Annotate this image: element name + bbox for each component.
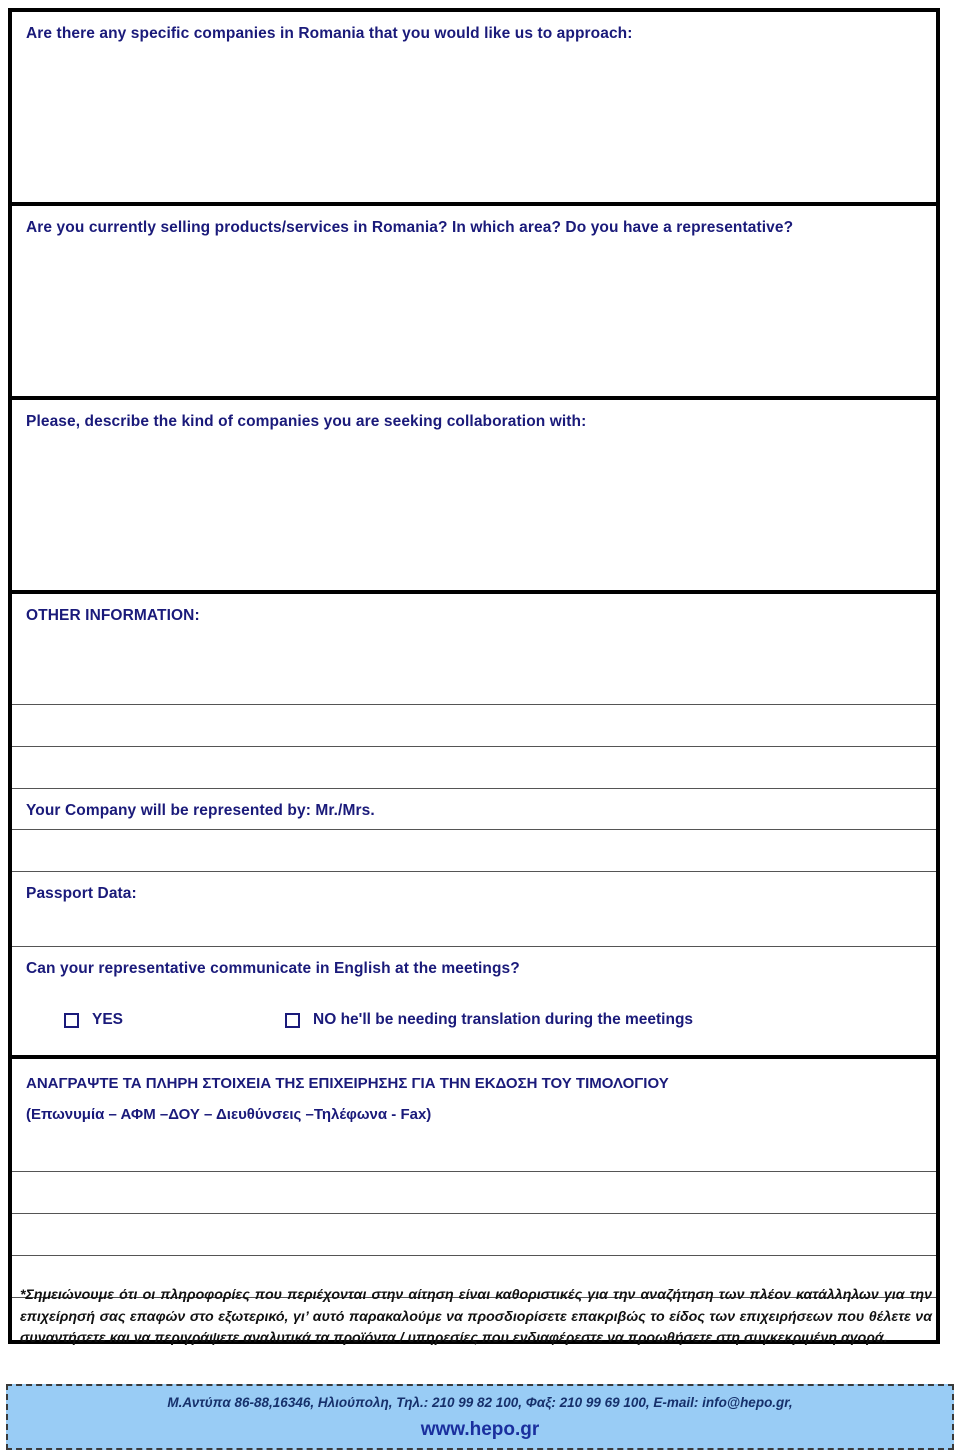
section-currently-selling: Are you currently selling products/servi… [12,206,936,401]
specific-companies-question: Are there any specific companies in Roma… [26,25,633,42]
invoice-heading-cell: ΑΝΑΓΡΑΨΤΕ ΤΑ ΠΛΗΡΗ ΣΤΟΙΧΕΙΑ ΤΗΣ ΕΠΙΧΕΙΡΗ… [12,1059,936,1137]
specific-companies-answer-area[interactable] [12,52,936,202]
currently-selling-question: Are you currently selling products/servi… [26,219,794,237]
other-information-blank-row-2[interactable] [12,747,936,790]
invoice-heading-line2: (Επωνυμία – ΑΦΜ –ΔΟΥ – Διευθύνσεις –Τηλέ… [26,1105,432,1123]
checkbox-yes-label: YES [92,1011,124,1029]
passport-label: Passport Data: [26,885,137,903]
representative-label: Your Company will be represented by: Mr.… [26,802,375,820]
application-form-table: Are there any specific companies in Roma… [8,8,940,1344]
footnote-text: *Σημειώνουμε ότι οι πληροφορίες που περι… [20,1287,932,1347]
representative-row: Your Company will be represented by: Mr.… [12,789,936,831]
option-yes[interactable]: YES [64,1011,123,1029]
invoice-heading-spacer [12,1137,936,1171]
checkbox-yes[interactable] [64,1012,79,1028]
currently-selling-question-cell: Are you currently selling products/servi… [12,206,936,246]
company-kind-question: Please, describe the kind of companies y… [26,413,587,431]
other-information-blank-row-1[interactable] [12,705,936,748]
passport-answer-area[interactable] [12,912,936,946]
section-company-kind: Please, describe the kind of companies y… [12,400,936,595]
passport-label-cell: Passport Data: [12,872,936,912]
other-information-heading: OTHER INFORMATION: [26,607,200,625]
footer-website-url[interactable]: www.hepo.gr [8,1419,952,1441]
representative-label-cell: Your Company will be represented by: Mr.… [12,789,936,829]
checkbox-no-label: NO he'll be needing translation during t… [313,1011,694,1029]
section-specific-companies: Are there any specific companies in Roma… [12,12,936,207]
page-footer: Μ.Αντύπα 86-88,16346, Ηλιούπολη, Τηλ.: 2… [6,1384,954,1450]
currently-selling-answer-area[interactable] [12,246,936,396]
checkbox-no[interactable] [285,1012,301,1028]
other-information-heading-row: OTHER INFORMATION: [12,594,936,706]
passport-row: Passport Data: [12,872,936,948]
english-question-cell: Can your representative communicate in E… [12,947,936,987]
specific-companies-question-cell: Are there any specific companies in Roma… [12,12,936,52]
document-page: Are there any specific companies in Roma… [0,0,960,1455]
invoice-blank-row-1[interactable] [12,1172,936,1214]
invoice-blank-row-2[interactable] [12,1214,936,1256]
invoice-heading-line1: ΑΝΑΓΡΑΨΤΕ ΤΑ ΠΛΗΡΗ ΣΤΟΙΧΕΙΑ ΤΗΣ ΕΠΙΧΕΙΡΗ… [26,1075,669,1093]
other-information-heading-cell: OTHER INFORMATION: [12,594,936,634]
invoice-heading-row: ΑΝΑΓΡΑΨΤΕ ΤΑ ΠΛΗΡΗ ΣΤΟΙΧΕΙΑ ΤΗΣ ΕΠΙΧΕΙΡΗ… [12,1059,936,1172]
representative-blank-row[interactable] [12,830,936,873]
other-information-answer-area[interactable] [12,634,936,704]
company-kind-answer-area[interactable] [12,440,936,590]
section-other-information: OTHER INFORMATION: Your Company will be … [12,594,936,1060]
english-answer-options: YES NO he'll be needing translation duri… [12,987,936,1055]
company-kind-question-cell: Please, describe the kind of companies y… [12,400,936,440]
english-question: Can your representative communicate in E… [26,960,520,978]
option-no[interactable]: NO he'll be needing translation during t… [285,1011,693,1029]
footer-contact-line: Μ.Αντύπα 86-88,16346, Ηλιούπολη, Τηλ.: 2… [167,1395,793,1410]
english-question-row: Can your representative communicate in E… [12,947,936,1055]
